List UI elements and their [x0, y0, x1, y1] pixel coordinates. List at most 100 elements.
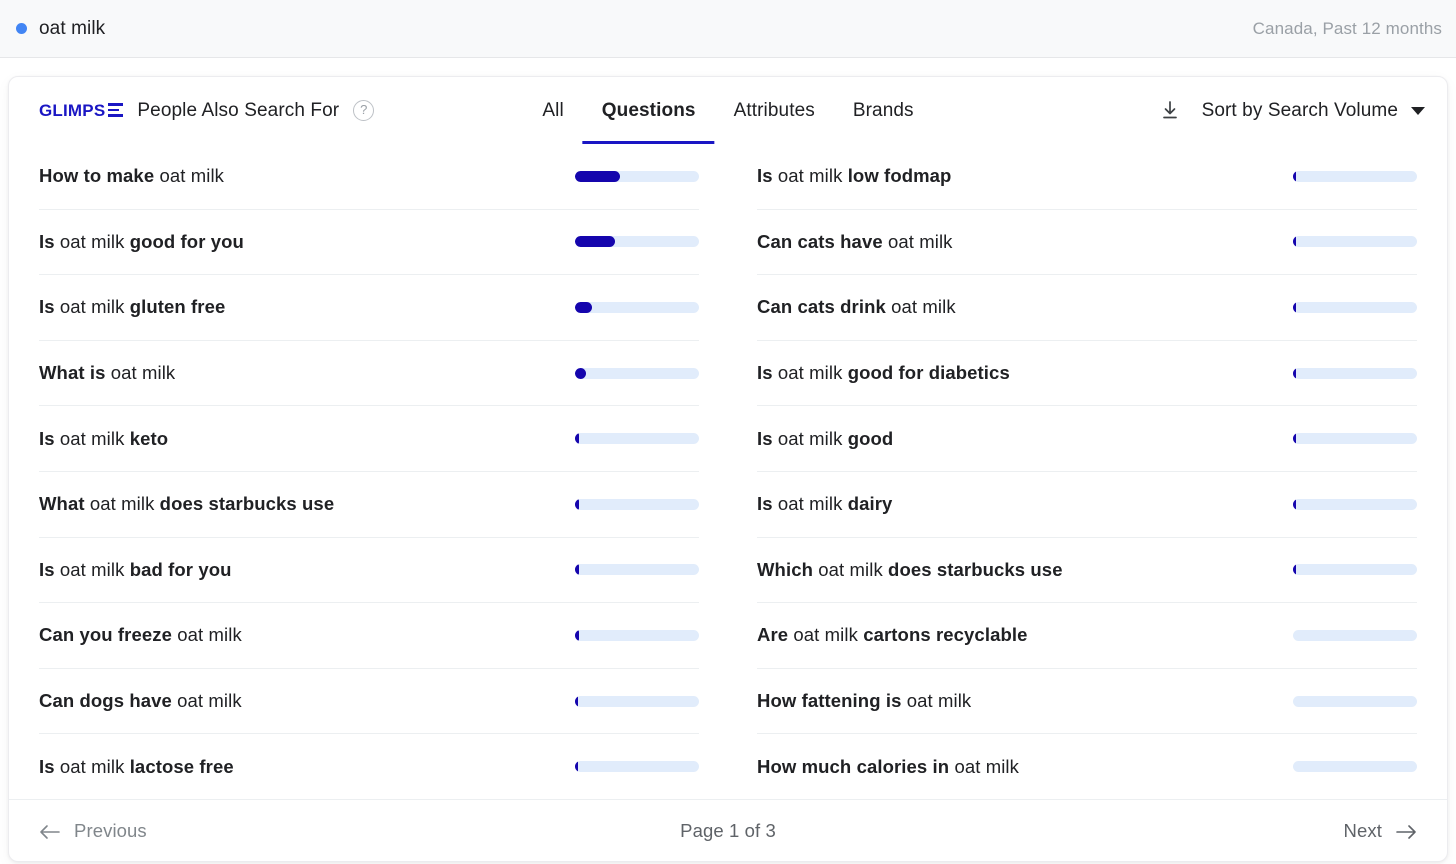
query-row[interactable]: Can dogs have oat milk [39, 669, 699, 735]
query-row[interactable]: Which oat milk does starbucks use [757, 538, 1417, 604]
search-volume-bar-fill [575, 433, 580, 445]
search-volume-bar-fill [575, 367, 587, 379]
previous-page-label: Previous [74, 819, 147, 841]
query-seed-term: oat milk [777, 493, 843, 515]
query-seed-term: oat milk [887, 230, 953, 252]
search-volume-bar [1293, 761, 1417, 773]
search-volume-bar-fill [1293, 564, 1297, 576]
query-row[interactable]: Is oat milk low fodmap [757, 144, 1417, 210]
query-text: How to make oat milk [39, 165, 559, 187]
query-seed-term: oat milk [59, 427, 125, 449]
search-volume-bar-fill [575, 236, 615, 248]
query-text: Is oat milk keto [39, 428, 559, 450]
search-volume-bar-track [575, 301, 699, 313]
search-volume-bar-track [575, 695, 699, 707]
sort-by-search-volume-button[interactable]: Sort by Search Volume [1202, 100, 1425, 122]
query-row[interactable]: What is oat milk [39, 341, 699, 407]
page-indicator: Page 1 of 3 [680, 819, 776, 841]
query-row[interactable]: Are oat milk cartons recyclable [757, 603, 1417, 669]
query-seed-term: oat milk [793, 624, 858, 646]
query-prefix: How fattening is [757, 690, 902, 712]
tab-brands[interactable]: Brands [834, 77, 933, 144]
tab-attributes[interactable]: Attributes [715, 77, 834, 144]
query-row[interactable]: Is oat milk good for diabetics [757, 341, 1417, 407]
query-suffix: lactose free [129, 755, 234, 777]
search-volume-bar [1293, 170, 1417, 182]
tab-questions[interactable]: Questions [582, 77, 715, 144]
query-row[interactable]: How fattening is oat milk [757, 669, 1417, 735]
search-volume-bar [575, 629, 699, 641]
query-text: Is oat milk lactose free [39, 756, 559, 778]
query-seed-term: oat milk [818, 558, 883, 580]
card-header-right: Sort by Search Volume [1160, 77, 1425, 144]
pagination-bar: Previous Page 1 of 3 Next [9, 799, 1447, 861]
search-volume-bar-track [575, 170, 699, 182]
query-row[interactable]: Is oat milk gluten free [39, 275, 699, 341]
query-row[interactable]: Can you freeze oat milk [39, 603, 699, 669]
search-volume-bar-fill [1293, 236, 1297, 248]
search-volume-bar [1293, 564, 1417, 576]
query-row[interactable]: Is oat milk good for you [39, 210, 699, 276]
query-seed-term: oat milk [906, 690, 972, 712]
query-row[interactable]: How much calories in oat milk [757, 734, 1417, 799]
search-volume-bar [1293, 367, 1417, 379]
query-seed-term: oat milk [159, 165, 225, 187]
results-grid: How to make oat milk Is oat milk good for… [9, 144, 1447, 799]
previous-page-button[interactable]: Previous [39, 820, 147, 842]
search-volume-bar [1293, 236, 1417, 248]
search-volume-bar [1293, 433, 1417, 445]
query-suffix: bad for you [129, 558, 232, 580]
search-volume-bar-track [575, 629, 699, 641]
tab-bar: All Questions Attributes Brands [523, 77, 932, 144]
query-text: What is oat milk [39, 362, 559, 384]
search-volume-bar [1293, 629, 1417, 641]
tab-all[interactable]: All [523, 77, 582, 144]
search-volume-bar-fill [575, 498, 579, 510]
search-volume-bar-track [1293, 564, 1417, 576]
search-volume-bar-fill [575, 564, 579, 576]
query-prefix: Are [757, 624, 789, 646]
query-row[interactable]: Is oat milk good [757, 406, 1417, 472]
query-text: Can cats drink oat milk [757, 296, 1277, 318]
query-row[interactable]: Is oat milk bad for you [39, 538, 699, 604]
query-row[interactable]: Is oat milk keto [39, 406, 699, 472]
sort-label: Sort by Search Volume [1201, 99, 1398, 121]
next-page-button[interactable]: Next [1344, 820, 1417, 842]
download-icon[interactable] [1160, 100, 1180, 121]
search-volume-bar-fill [1293, 433, 1297, 445]
query-prefix: Can cats have [757, 230, 883, 252]
scope-label: Canada, Past 12 months [1252, 18, 1442, 38]
question-mark-circle-icon[interactable]: ? [353, 100, 375, 121]
search-volume-bar [1293, 695, 1417, 707]
query-seed-term: oat milk [59, 755, 125, 777]
search-volume-bar [575, 301, 699, 313]
search-volume-bar-fill [1293, 301, 1297, 313]
page-title: People Also Search For [137, 99, 340, 121]
query-row[interactable]: Can cats drink oat milk [757, 275, 1417, 341]
query-seed-term: oat milk [59, 558, 125, 580]
arrow-left-icon [39, 823, 60, 839]
query-prefix: Is [757, 165, 773, 187]
query-suffix: good for diabetics [847, 362, 1010, 384]
query-prefix: How much calories in [757, 755, 950, 777]
query-suffix: good [847, 427, 894, 449]
search-volume-bar-track [575, 367, 699, 379]
query-row[interactable]: Is oat milk dairy [757, 472, 1417, 538]
search-volume-bar [575, 695, 699, 707]
query-row[interactable]: What oat milk does starbucks use [39, 472, 699, 538]
chevron-down-icon [1411, 106, 1425, 115]
query-text: Is oat milk good for you [39, 231, 559, 253]
query-prefix: Is [757, 493, 773, 515]
seed-term-label: oat milk [39, 17, 106, 39]
top-bar: oat milk Canada, Past 12 months [0, 0, 1456, 58]
query-text: Can you freeze oat milk [39, 624, 559, 646]
glimpse-logo-e-icon [108, 103, 124, 117]
query-seed-term: oat milk [954, 755, 1019, 777]
query-row[interactable]: Is oat milk lactose free [39, 734, 699, 799]
query-seed-term: oat milk [891, 296, 956, 318]
query-row[interactable]: How to make oat milk [39, 144, 699, 210]
search-volume-bar-fill [575, 629, 579, 641]
query-row[interactable]: Can cats have oat milk [757, 210, 1417, 276]
results-column-left: How to make oat milk Is oat milk good for… [39, 144, 728, 799]
search-volume-bar-track [575, 564, 699, 576]
